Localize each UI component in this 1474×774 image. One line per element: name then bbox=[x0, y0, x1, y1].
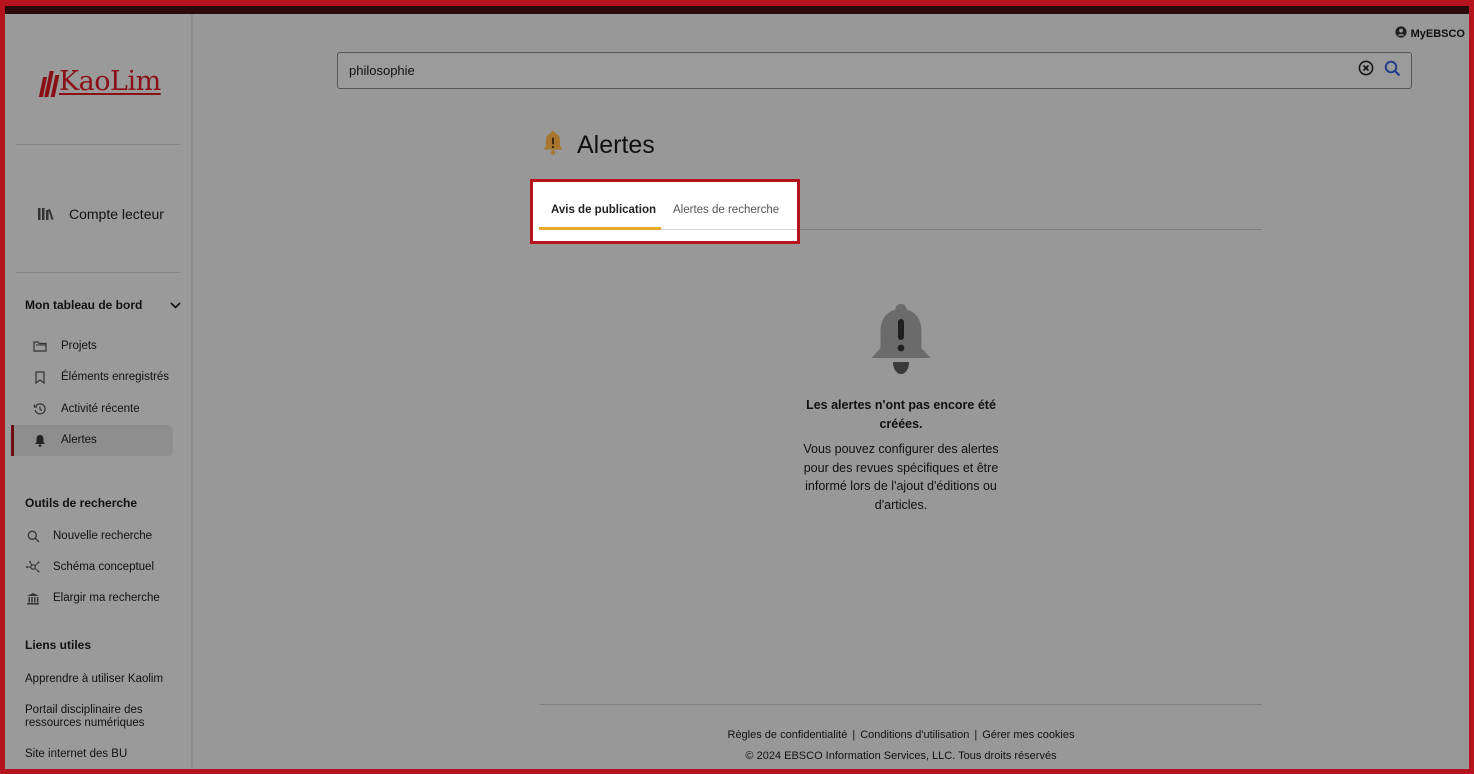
tool-label: Nouvelle recherche bbox=[53, 530, 153, 542]
chevron-down-icon bbox=[170, 298, 181, 312]
sidebar: KaoLim Compte lecteur Mon tableau de bor… bbox=[5, 14, 193, 769]
footer-divider bbox=[540, 704, 1262, 705]
sidebar-item-alerts[interactable]: Alertes bbox=[33, 429, 97, 451]
footer-separator: | bbox=[974, 729, 978, 741]
alert-bell-icon bbox=[871, 304, 931, 374]
sidebar-divider bbox=[16, 144, 180, 145]
tool-concept-map[interactable]: Schéma conceptuel bbox=[25, 556, 154, 578]
sidebar-item-label: Éléments enregistrés bbox=[61, 371, 170, 383]
search-bar bbox=[337, 52, 1412, 89]
empty-state-heading: Les alertes n'ont pas encore été créées. bbox=[806, 398, 996, 431]
app-window: KaoLim Compte lecteur Mon tableau de bor… bbox=[0, 0, 1474, 774]
bell-icon bbox=[33, 433, 47, 447]
library-icon bbox=[25, 591, 41, 605]
link-disciplinary-portal[interactable]: Portail disciplinaire des ressources num… bbox=[25, 704, 175, 730]
copyright: © 2024 EBSCO Information Services, LLC. … bbox=[745, 750, 1057, 762]
bookmark-icon bbox=[33, 370, 47, 384]
link-learn-kaolim[interactable]: Apprendre à utiliser Kaolim bbox=[25, 673, 175, 686]
tab-search-alerts[interactable]: Alertes de recherche bbox=[673, 204, 779, 216]
logo-books-mark bbox=[38, 71, 60, 97]
links-section-title: Liens utiles bbox=[25, 638, 92, 652]
empty-state-body: Vous pouvez configurer des alertes pour … bbox=[803, 442, 999, 512]
sidebar-divider bbox=[16, 272, 180, 273]
tool-new-search[interactable]: Nouvelle recherche bbox=[25, 525, 152, 547]
kaolim-logo[interactable]: KaoLim bbox=[38, 66, 161, 97]
top-bar bbox=[5, 6, 1469, 14]
folder-icon bbox=[33, 339, 47, 353]
tab-publication-notices[interactable]: Avis de publication bbox=[551, 204, 656, 216]
sidebar-item-label: Alertes bbox=[61, 434, 97, 446]
account-label: Compte lecteur bbox=[69, 206, 164, 222]
concept-map-icon bbox=[25, 560, 41, 574]
footer-link-privacy[interactable]: Règles de confidentialité bbox=[728, 729, 848, 741]
tools-section-title: Outils de recherche bbox=[25, 496, 138, 510]
tabs-baseline bbox=[661, 229, 797, 230]
logo-text: KaoLim bbox=[59, 66, 161, 97]
tool-label: Schéma conceptuel bbox=[53, 561, 155, 573]
footer-separator: | bbox=[852, 729, 856, 741]
tabs-highlight-box: Avis de publication Alertes de recherche bbox=[530, 179, 800, 244]
sidebar-item-projects[interactable]: Projets bbox=[33, 335, 97, 357]
account-label: MyEBSCO bbox=[1410, 27, 1465, 40]
page-heading: Alertes bbox=[577, 131, 655, 159]
tool-broaden-search[interactable]: Elargir ma recherche bbox=[25, 587, 160, 609]
dashboard-toggle[interactable]: Mon tableau de bord bbox=[25, 298, 181, 312]
account-link[interactable]: Compte lecteur bbox=[37, 206, 164, 222]
page-title: Alertes bbox=[541, 130, 655, 161]
search-icon bbox=[25, 529, 41, 543]
dashboard-title: Mon tableau de bord bbox=[25, 298, 143, 312]
footer-link-cookies[interactable]: Gérer mes cookies bbox=[982, 729, 1074, 741]
link-bu-website[interactable]: Site internet des BU bbox=[25, 748, 175, 761]
user-circle-icon bbox=[1394, 26, 1407, 41]
search-icon[interactable] bbox=[1384, 60, 1401, 82]
active-tab-indicator bbox=[539, 227, 661, 230]
footer-link-terms[interactable]: Conditions d'utilisation bbox=[860, 729, 969, 741]
tool-label: Elargir ma recherche bbox=[53, 592, 160, 604]
sidebar-item-saved[interactable]: Éléments enregistrés bbox=[33, 366, 169, 388]
history-icon bbox=[33, 402, 47, 416]
clear-circle-icon[interactable] bbox=[1358, 60, 1374, 81]
empty-state: Les alertes n'ont pas encore été créées.… bbox=[795, 302, 1007, 514]
books-icon bbox=[37, 207, 55, 221]
sidebar-item-label: Projets bbox=[61, 340, 97, 352]
bell-icon bbox=[541, 130, 565, 161]
sidebar-item-recent[interactable]: Activité récente bbox=[33, 398, 140, 420]
search-input[interactable] bbox=[349, 63, 1358, 78]
sidebar-item-label: Activité récente bbox=[61, 403, 140, 415]
myebsco-account-button[interactable]: MyEBSCO bbox=[1394, 26, 1465, 41]
footer-links: Règles de confidentialité | Conditions d… bbox=[540, 729, 1262, 741]
